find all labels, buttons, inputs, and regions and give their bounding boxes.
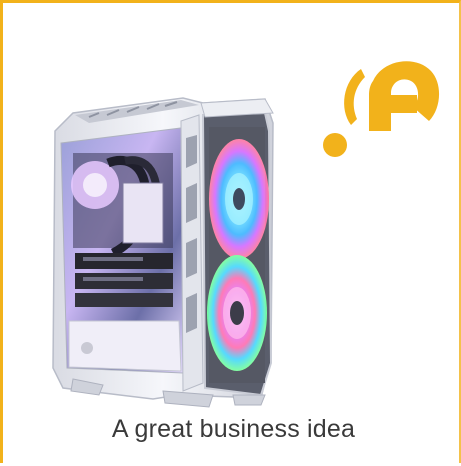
banner-frame: A great business idea [0,0,461,463]
brand-mark-icon [323,61,440,157]
caption-text: A great business idea [111,415,356,443]
